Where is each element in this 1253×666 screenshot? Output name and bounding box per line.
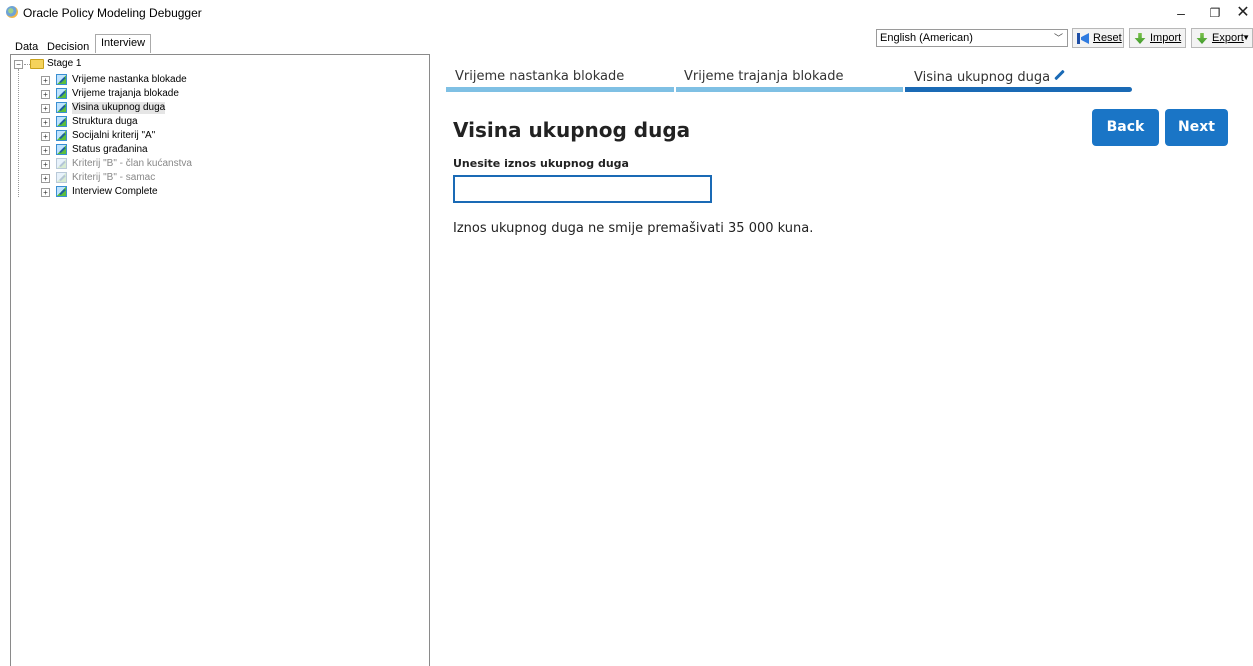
screen-icon [56,186,67,197]
language-value: English (American) [880,32,973,44]
tree-item-label: Kriterij "B" - član kućanstva [72,158,192,169]
expand-toggle-icon[interactable]: + [41,132,50,141]
screen-icon [56,102,67,113]
interview-content: Vrijeme nastanka blokade Vrijeme trajanj… [431,54,1253,666]
tab-interview[interactable]: Interview [95,34,152,53]
screen-icon [56,130,67,141]
title-bar: Oracle Policy Modeling Debugger – ❐ ✕ [0,0,1253,26]
caret-down-icon: ▼ [1242,33,1250,42]
expand-toggle-icon[interactable]: + [41,118,50,127]
tree-item-label: Visina ukupnog duga [72,102,166,114]
expand-toggle-icon[interactable]: + [41,90,50,99]
back-button[interactable]: Back [1092,109,1159,146]
tree-item-label: Struktura duga [72,116,138,127]
export-icon [1196,33,1208,44]
expand-toggle-icon[interactable]: + [41,146,50,155]
language-select[interactable]: English (American) ﹀ [876,29,1068,47]
tree-root-stage[interactable]: Stage 1 [47,58,81,70]
expand-toggle-icon[interactable]: + [41,188,50,197]
reset-button[interactable]: Reset [1072,28,1124,48]
tree-item-label: Kriterij "B" - samac [72,172,156,183]
app-icon [6,6,18,18]
interview-tree-panel[interactable]: − Stage 1 + Vrijeme nastanka blokade + V… [10,54,430,666]
progress-bar-step-1 [446,87,674,92]
window-title: Oracle Policy Modeling Debugger [23,6,202,20]
screen-icon [56,158,67,169]
screen-icon [56,88,67,99]
progress-step-3-label: Visina ukupnog duga [914,70,1051,85]
tree-item-label: Vrijeme trajanja blokade [72,88,179,99]
screen-icon [56,116,67,127]
progress-step-1[interactable]: Vrijeme nastanka blokade [455,69,624,84]
expand-toggle-icon[interactable]: + [41,160,50,169]
page-title: Visina ukupnog duga [453,118,691,142]
tree-connector [18,69,19,197]
debt-limit-note: Iznos ukupnog duga ne smije premašivati … [453,221,814,236]
progress-step-2[interactable]: Vrijeme trajanja blokade [684,69,844,84]
tree-item-label: Interview Complete [72,186,158,197]
close-button[interactable]: ✕ [1220,0,1253,26]
expand-toggle-icon[interactable]: + [41,76,50,85]
screen-icon [56,144,67,155]
progress-bar-step-2 [676,87,903,92]
import-label: Import [1150,32,1182,44]
tree-item-label: Vrijeme nastanka blokade [72,74,187,85]
screen-icon [56,74,67,85]
tree-item-label: Socijalni kriterij "A" [72,130,156,141]
next-button[interactable]: Next [1165,109,1228,146]
expand-toggle-icon[interactable]: + [41,174,50,183]
screen-icon [56,172,67,183]
reset-icon [1077,33,1089,44]
debt-amount-input[interactable] [453,175,712,203]
collapse-toggle-icon[interactable]: − [14,60,23,69]
debt-amount-label: Unesite iznos ukupnog duga [453,157,629,170]
chevron-down-icon: ﹀ [1053,33,1063,43]
progress-bar-step-3 [905,87,1132,92]
pencil-icon [1053,70,1065,82]
folder-icon [30,59,44,69]
export-label: Export [1212,32,1244,44]
import-icon [1134,33,1146,44]
export-button[interactable]: Export ▼ [1191,28,1253,48]
import-button[interactable]: Import [1129,28,1186,48]
tree-item-label: Status građanina [72,144,148,155]
expand-toggle-icon[interactable]: + [41,104,50,113]
progress-step-3[interactable]: Visina ukupnog duga [914,69,1065,85]
reset-label: Reset [1093,32,1122,44]
